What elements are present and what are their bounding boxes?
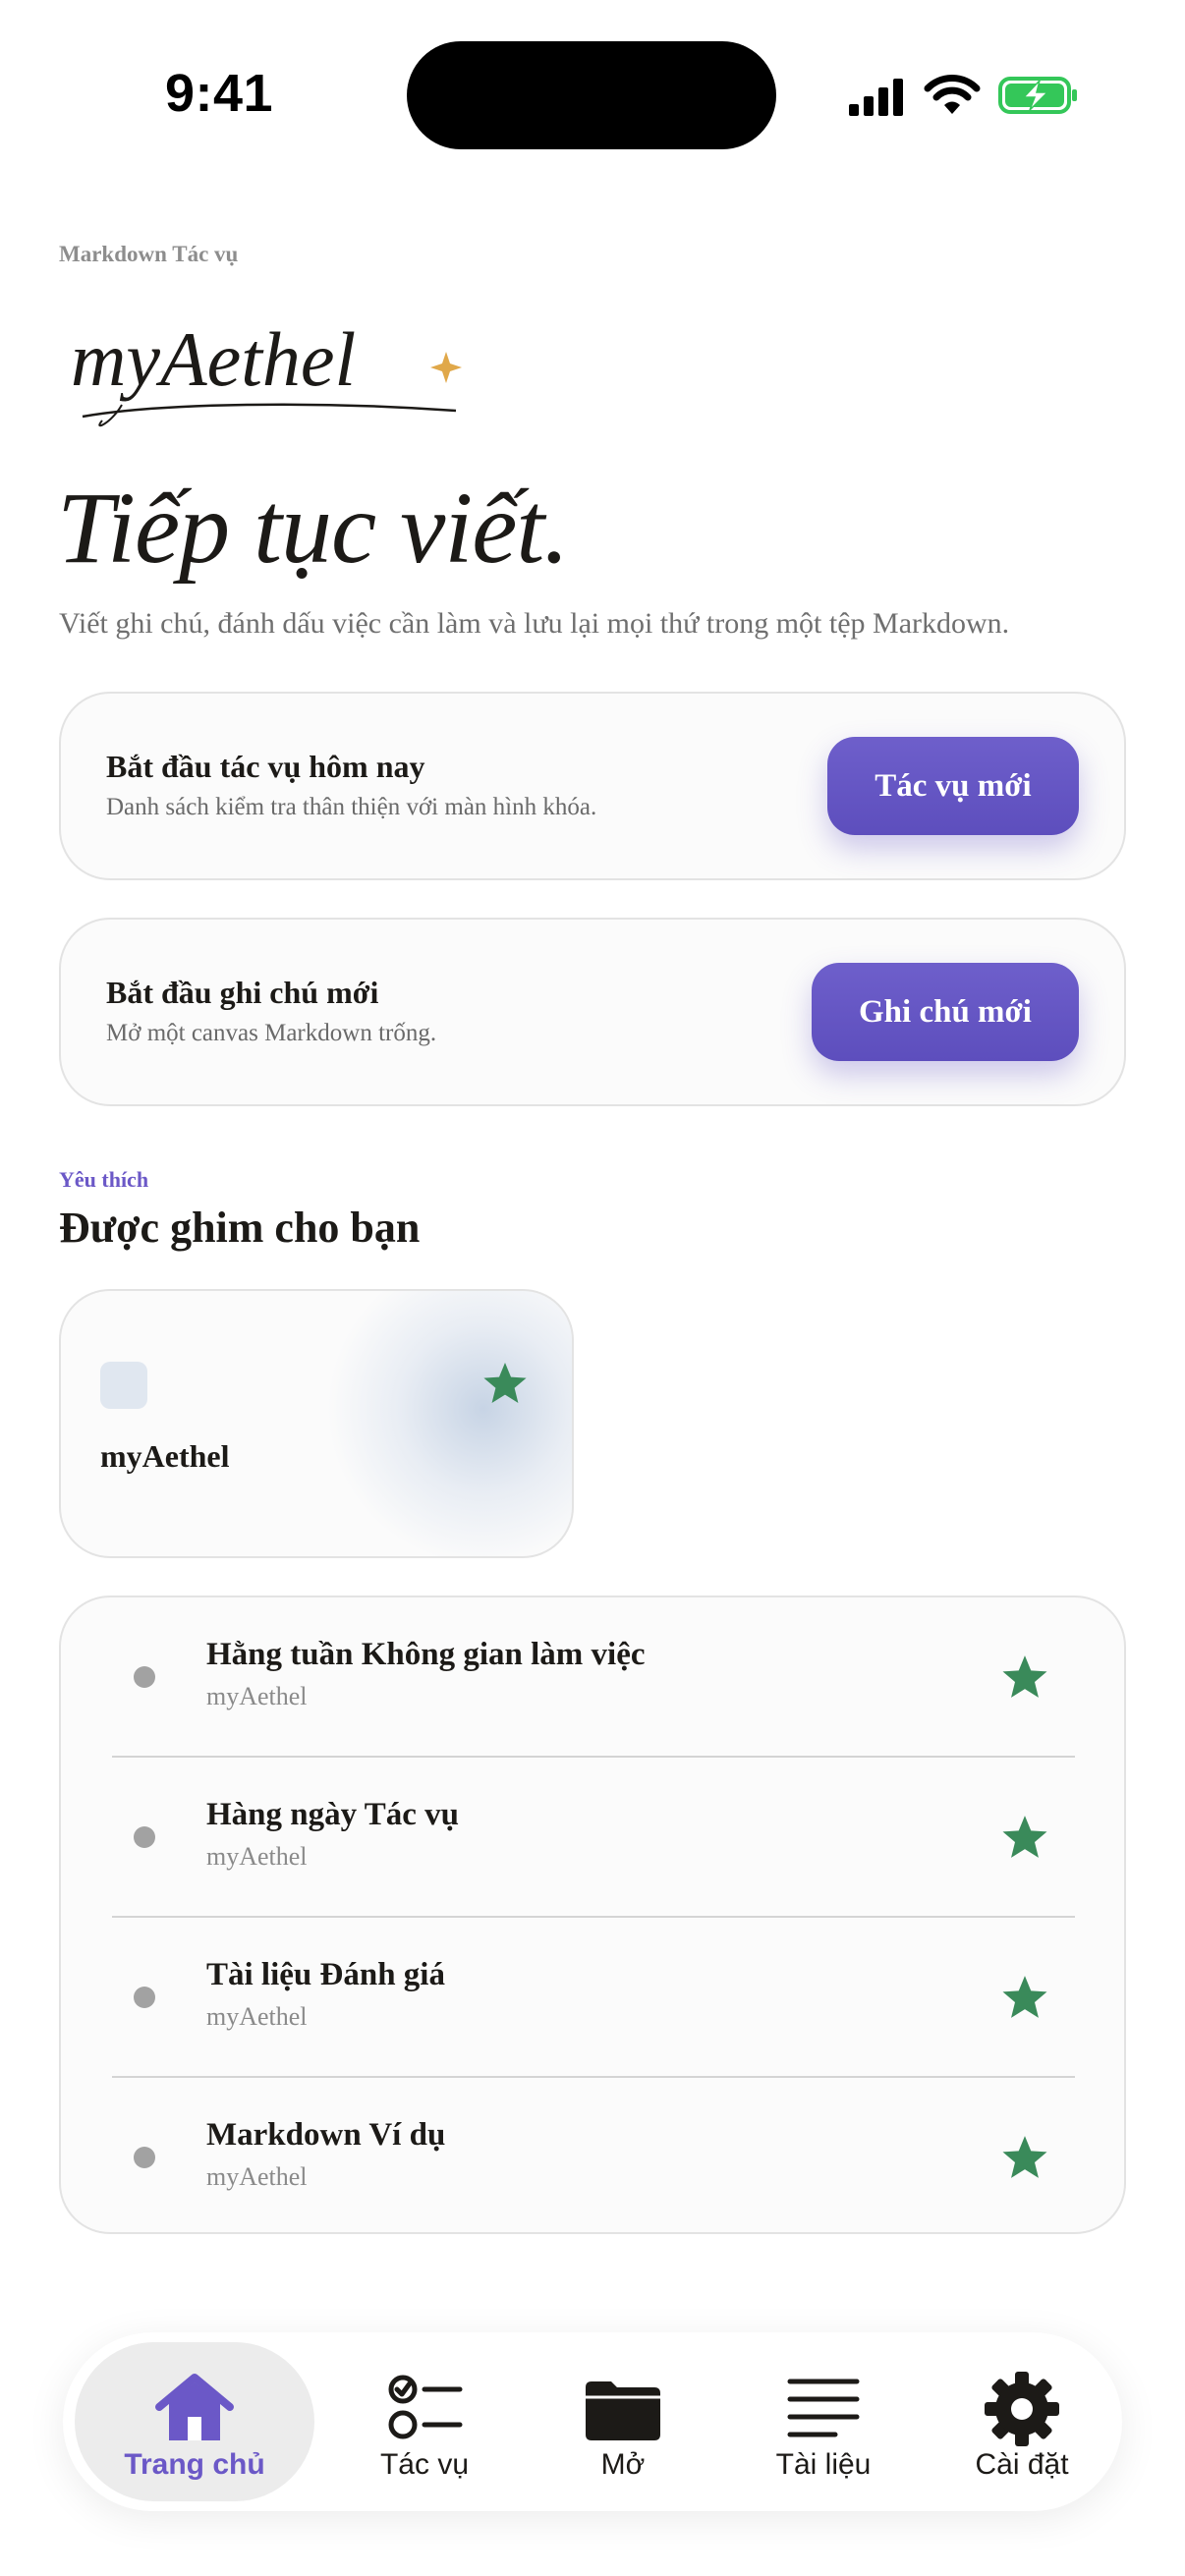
app-eyebrow: Markdown Tác vụ — [59, 242, 239, 266]
checklist-icon — [388, 2375, 463, 2439]
card-subtitle: Mở một canvas Markdown trống. — [106, 1020, 437, 1046]
favorites-eyebrow: Yêu thích — [59, 1167, 149, 1192]
favorites-title: Được ghim cho bạn — [59, 1204, 421, 1252]
star-icon[interactable] — [1000, 1813, 1049, 1862]
status-bar: 9:41 — [0, 0, 1185, 149]
status-time: 9:41 — [165, 64, 274, 123]
new-task-card: Bắt đầu tác vụ hôm nay Danh sách kiểm tr… — [59, 692, 1126, 880]
new-note-button[interactable]: Ghi chú mới — [812, 963, 1079, 1061]
myaethel-logo: myAethel — [71, 316, 462, 427]
page-headline: Tiếp tục viết. — [57, 472, 569, 585]
tab-label: Tác vụ — [379, 2448, 470, 2481]
list-item-subtitle: myAethel — [206, 1682, 308, 1710]
tab-open[interactable]: Mở — [523, 2332, 723, 2511]
star-icon[interactable] — [1000, 1973, 1049, 2022]
bullet-dot — [134, 1666, 155, 1688]
gear-icon — [985, 2372, 1059, 2446]
folder-icon — [586, 2381, 660, 2440]
star-icon[interactable] — [1000, 2133, 1049, 2182]
wifi-icon — [924, 75, 981, 114]
tab-tasks[interactable]: Tác vụ — [326, 2332, 523, 2511]
cellular-signal-icon — [849, 79, 903, 116]
new-task-button[interactable]: Tác vụ mới — [827, 737, 1079, 835]
list-item-title: Hằng tuần Không gian làm việc — [206, 1637, 646, 1672]
tab-documents[interactable]: Tài liệu — [723, 2332, 924, 2511]
tab-label: Tài liệu — [775, 2448, 872, 2481]
star-icon[interactable] — [1000, 1652, 1049, 1702]
list-item[interactable]: Hằng tuần Không gian làm việc myAethel — [61, 1597, 1124, 1757]
pinned-card[interactable]: myAethel — [59, 1289, 574, 1558]
new-note-card: Bắt đầu ghi chú mới Mở một canvas Markdo… — [59, 918, 1126, 1106]
home-icon — [155, 2374, 234, 2440]
bullet-dot — [134, 1987, 155, 2008]
list-item-title: Hàng ngày Tác vụ — [206, 1797, 460, 1832]
tab-label: Trang chủ — [124, 2448, 265, 2481]
battery-charging-icon — [998, 77, 1077, 114]
tab-home[interactable]: Trang chủ — [63, 2332, 326, 2511]
list-item-subtitle: myAethel — [206, 1842, 308, 1871]
list-item-title: Markdown Ví dụ — [206, 2117, 446, 2153]
card-subtitle: Danh sách kiểm tra thân thiện với màn hì… — [106, 794, 597, 820]
list-item-subtitle: myAethel — [206, 2162, 308, 2191]
svg-text:myAethel: myAethel — [71, 316, 356, 402]
dynamic-island — [407, 41, 776, 149]
tab-label: Cài đặt — [975, 2448, 1069, 2481]
list-item[interactable]: Tài liệu Đánh giá myAethel — [61, 1918, 1124, 2077]
tab-settings[interactable]: Cài đặt — [924, 2332, 1120, 2511]
page-subtitle: Viết ghi chú, đánh dấu việc cần làm và l… — [59, 607, 1010, 640]
card-title: Bắt đầu ghi chú mới — [106, 975, 379, 1010]
favorites-list: Hằng tuần Không gian làm việc myAethel H… — [59, 1596, 1126, 2234]
document-lines-icon — [787, 2379, 860, 2437]
pinned-card-label: myAethel — [100, 1438, 230, 1474]
list-item[interactable]: Hàng ngày Tác vụ myAethel — [61, 1758, 1124, 1917]
bullet-dot — [134, 1826, 155, 1848]
tab-label: Mở — [600, 2448, 646, 2481]
pinned-card-glow — [326, 1291, 572, 1556]
star-icon[interactable] — [481, 1360, 529, 1407]
card-title: Bắt đầu tác vụ hôm nay — [106, 749, 425, 784]
list-item[interactable]: Markdown Ví dụ myAethel — [61, 2078, 1124, 2237]
list-item-title: Tài liệu Đánh giá — [206, 1957, 445, 1992]
bullet-dot — [134, 2147, 155, 2168]
tab-bar: Trang chủ Tác vụ Mở Tài liệu Cài đặt — [63, 2332, 1122, 2511]
pinned-card-icon — [100, 1362, 147, 1409]
list-item-subtitle: myAethel — [206, 2002, 308, 2031]
